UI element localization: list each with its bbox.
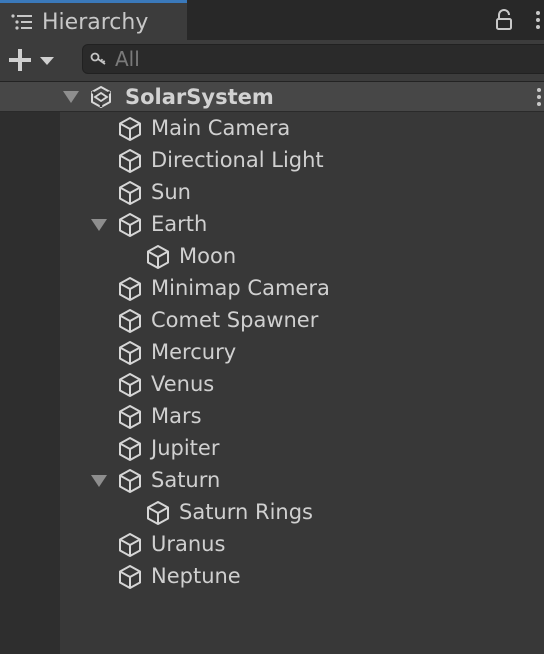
search-input[interactable] <box>115 45 535 73</box>
hierarchy-item[interactable]: Neptune <box>60 560 544 592</box>
create-dropdown-button[interactable] <box>8 46 60 74</box>
hierarchy-item[interactable]: Moon <box>60 240 544 272</box>
gameobject-cube-icon <box>116 435 144 463</box>
hierarchy-item-label: Directional Light <box>151 148 324 172</box>
hierarchy-item[interactable]: Mars <box>60 400 544 432</box>
hierarchy-item-label: Sun <box>151 180 191 204</box>
hierarchy-item-label: Jupiter <box>151 436 220 460</box>
gameobject-cube-icon <box>116 563 144 591</box>
hierarchy-item-label: Mercury <box>151 340 237 364</box>
gameobject-cube-icon <box>116 211 144 239</box>
hierarchy-item[interactable]: Minimap Camera <box>60 272 544 304</box>
scene-row[interactable]: SolarSystem <box>0 82 544 112</box>
gameobject-cube-icon <box>144 499 172 527</box>
hierarchy-item-label: Earth <box>151 212 208 236</box>
hierarchy-item[interactable]: Saturn Rings <box>60 496 544 528</box>
hierarchy-item-label: Moon <box>179 244 237 268</box>
expand-arrow-icon[interactable] <box>90 473 108 489</box>
gameobject-cube-icon <box>116 371 144 399</box>
tab-hierarchy[interactable]: Hierarchy <box>0 0 187 40</box>
hierarchy-item[interactable]: Venus <box>60 368 544 400</box>
hierarchy-item-label: Minimap Camera <box>151 276 330 300</box>
hierarchy-list-icon <box>11 14 32 30</box>
hierarchy-item[interactable]: Comet Spawner <box>60 304 544 336</box>
hierarchy-item-label: Mars <box>151 404 202 428</box>
gameobject-cube-icon <box>116 403 144 431</box>
hierarchy-tree: Main Camera Directional Light Sun Earth Moon… <box>60 112 544 654</box>
search-icon <box>90 52 106 65</box>
hierarchy-item-label: Uranus <box>151 532 226 556</box>
gameobject-cube-icon <box>116 147 144 175</box>
scene-name: SolarSystem <box>125 85 274 109</box>
hierarchy-item[interactable]: Uranus <box>60 528 544 560</box>
gameobject-cube-icon <box>116 275 144 303</box>
hierarchy-item[interactable]: Mercury <box>60 336 544 368</box>
gameobject-cube-icon <box>116 339 144 367</box>
hierarchy-item-label: Main Camera <box>151 116 291 140</box>
gameobject-cube-icon <box>116 531 144 559</box>
hierarchy-item[interactable]: Jupiter <box>60 432 544 464</box>
hierarchy-item-label: Saturn Rings <box>179 500 313 524</box>
hierarchy-item-label: Saturn <box>151 468 221 492</box>
hierarchy-item[interactable]: Main Camera <box>60 112 544 144</box>
gameobject-cube-icon <box>116 179 144 207</box>
hierarchy-item[interactable]: Saturn <box>60 464 544 496</box>
hierarchy-item[interactable]: Earth <box>60 208 544 240</box>
unity-logo-icon <box>91 86 111 108</box>
hierarchy-item-label: Venus <box>151 372 215 396</box>
hierarchy-item-label: Neptune <box>151 564 241 588</box>
scene-options-icon[interactable] <box>535 86 543 108</box>
hierarchy-item[interactable]: Sun <box>60 176 544 208</box>
lock-icon[interactable] <box>495 9 513 31</box>
expand-arrow-icon[interactable] <box>62 89 80 105</box>
hierarchy-item[interactable]: Directional Light <box>60 144 544 176</box>
search-box[interactable] <box>82 44 544 74</box>
gameobject-cube-icon <box>116 307 144 335</box>
expand-arrow-icon[interactable] <box>90 217 108 233</box>
tab-bar: Hierarchy <box>0 0 544 40</box>
toolbar <box>0 40 544 82</box>
gameobject-cube-icon <box>116 115 144 143</box>
more-options-icon[interactable] <box>534 9 542 31</box>
tab-label: Hierarchy <box>42 10 149 35</box>
hierarchy-item-label: Comet Spawner <box>151 308 319 332</box>
hierarchy-panel: Hierarchy All SolarSystem Main Camera Di… <box>0 0 544 654</box>
gameobject-cube-icon <box>116 467 144 495</box>
gameobject-cube-icon <box>144 243 172 271</box>
left-gutter <box>0 82 60 654</box>
